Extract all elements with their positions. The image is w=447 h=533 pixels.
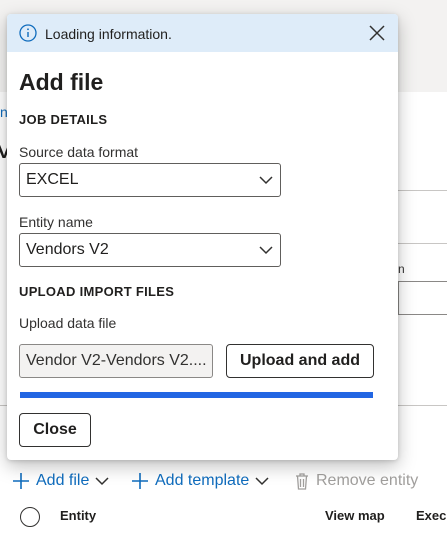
- chevron-down-icon: [259, 176, 273, 185]
- upload-import-files-heading: UPLOAD IMPORT FILES: [19, 284, 175, 299]
- source-format-dropdown[interactable]: EXCEL: [19, 163, 281, 197]
- select-all-radio[interactable]: [20, 507, 40, 527]
- upload-file-field: Vendor V2-Vendors V2....: [19, 344, 213, 378]
- column-header-execution[interactable]: Execu: [416, 508, 447, 523]
- plus-icon: [132, 473, 148, 489]
- chevron-down-icon: [259, 246, 273, 255]
- plus-icon: [13, 473, 29, 489]
- entities-toolbar: Add file Add template Remove entity: [0, 466, 447, 496]
- message-text: Loading information.: [45, 26, 172, 42]
- dialog-title: Add file: [19, 69, 104, 95]
- add-file-label: Add file: [36, 472, 90, 489]
- background-divider: [398, 190, 447, 191]
- add-template-button[interactable]: Add template: [131, 466, 269, 496]
- remove-entity-button[interactable]: Remove entity: [294, 466, 418, 496]
- background-divider: [398, 243, 447, 244]
- upload-file-name: Vendor V2-Vendors V2....: [26, 352, 207, 369]
- trash-icon: [296, 473, 308, 490]
- chevron-down-icon: [255, 477, 269, 486]
- add-file-button[interactable]: Add file: [12, 466, 109, 496]
- upload-and-add-button[interactable]: Upload and add: [226, 344, 374, 378]
- entity-name-label: Entity name: [19, 214, 93, 230]
- upload-progress-bar: [20, 392, 373, 398]
- upload-file-label: Upload data file: [19, 315, 117, 331]
- close-button[interactable]: Close: [19, 413, 91, 447]
- close-icon[interactable]: [367, 23, 387, 43]
- remove-entity-label: Remove entity: [316, 472, 419, 489]
- column-header-view-map[interactable]: View map: [325, 508, 385, 523]
- entity-name-dropdown[interactable]: Vendors V2: [19, 233, 281, 267]
- add-file-dialog: Loading information. Add file JOB DETAIL…: [7, 14, 398, 460]
- source-format-value: EXCEL: [26, 171, 79, 188]
- entities-grid-header: Entity View map Execu: [0, 500, 447, 533]
- entity-name-value: Vendors V2: [26, 241, 109, 258]
- add-template-label: Add template: [155, 472, 250, 489]
- chevron-down-icon: [95, 477, 109, 486]
- column-header-entity[interactable]: Entity: [60, 508, 96, 523]
- info-icon: [19, 24, 37, 42]
- background-field-label: n: [398, 262, 405, 276]
- message-bar: Loading information.: [7, 14, 398, 52]
- source-format-label: Source data format: [19, 144, 139, 160]
- background-field[interactable]: [398, 281, 447, 315]
- job-details-heading: JOB DETAILS: [19, 112, 108, 127]
